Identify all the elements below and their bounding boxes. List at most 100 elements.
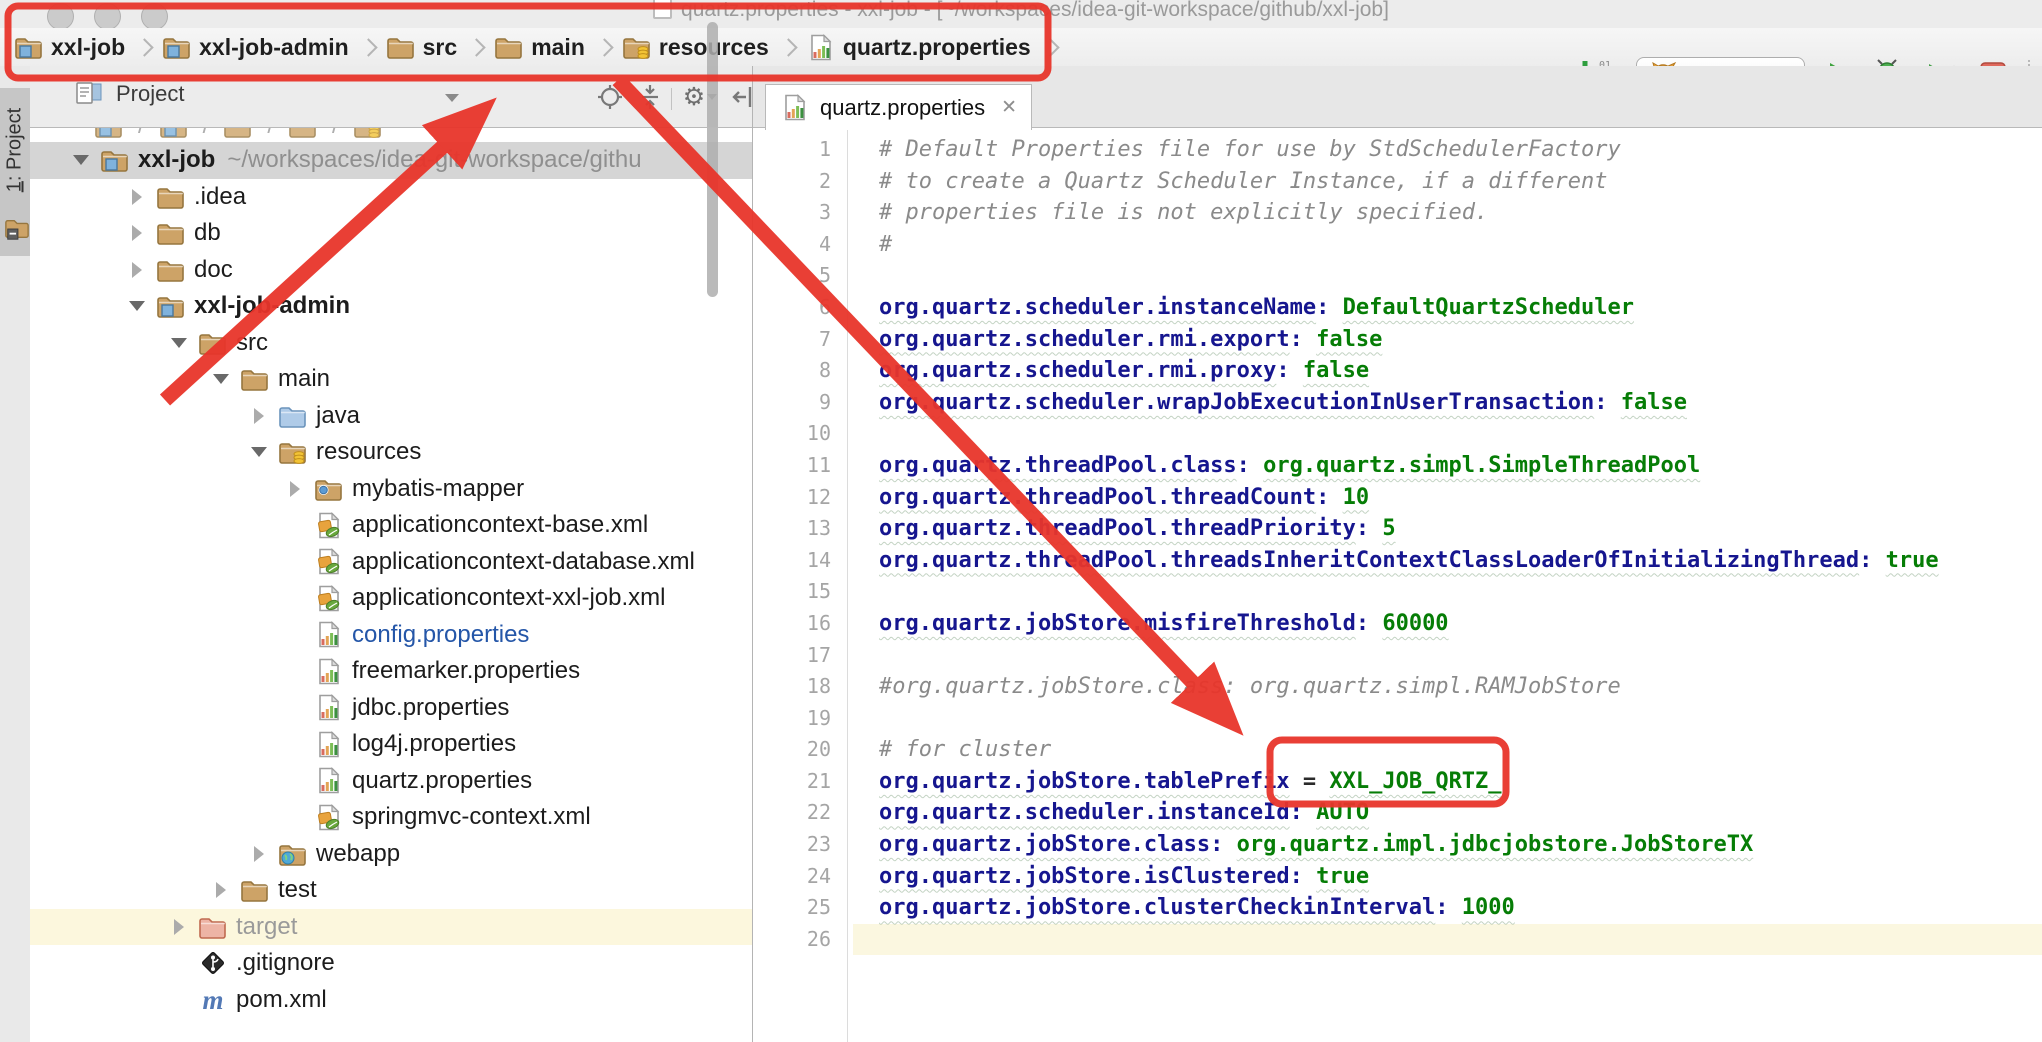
- line-number: 1: [753, 134, 847, 166]
- chevron-collapsed-icon[interactable]: [124, 225, 150, 241]
- tree-row-src[interactable]: src: [30, 325, 752, 362]
- tree-row-springmvc-context.xml[interactable]: springmvc-context.xml: [30, 799, 752, 836]
- navigation-bar: xxl-job xxl-job-admin src main resources…: [0, 28, 2042, 67]
- line-number: 16: [753, 608, 847, 640]
- breadcrumb-item-src[interactable]: src: [386, 34, 458, 61]
- line-number: 21: [753, 766, 847, 798]
- tree-row-xxl-job-admin[interactable]: xxl-job-admin: [30, 288, 752, 325]
- chevron-collapsed-icon[interactable]: [124, 262, 150, 278]
- tree-row-.idea[interactable]: .idea: [30, 179, 752, 216]
- folder-icon: [198, 330, 228, 356]
- tree-label: target: [236, 913, 297, 941]
- tree-row-doc[interactable]: doc: [30, 252, 752, 289]
- breadcrumb-label: xxl-job-admin: [199, 34, 349, 61]
- project-stripe-label: 1: Project: [4, 108, 27, 192]
- close-icon[interactable]: ✕: [1001, 98, 1017, 117]
- chevron-expanded-icon[interactable]: [246, 447, 272, 457]
- ghost-folder-icon: [353, 128, 383, 139]
- tree-label: .idea: [194, 183, 246, 211]
- folder-icon: [240, 877, 270, 903]
- tree-label: jdbc.properties: [352, 694, 509, 722]
- tree-row-webapp[interactable]: webapp: [30, 836, 752, 873]
- properties-file-icon: [314, 658, 344, 684]
- tree-row-xxl-job[interactable]: xxl-job~/workspaces/idea-git-workspace/g…: [30, 142, 752, 179]
- code-line-21: org.quartz.jobStore.tablePrefix = XXL_JO…: [879, 766, 2042, 798]
- window-title: quartz.properties - xxl-job - [~/workspa…: [0, 0, 2042, 22]
- chevron-expanded-icon[interactable]: [68, 155, 94, 165]
- folder-icon: [386, 34, 416, 60]
- tree-scrollbar[interactable]: [707, 22, 718, 297]
- editor-code-area[interactable]: # Default Properties file for use by Std…: [853, 128, 2042, 1042]
- folder-icon: [494, 34, 524, 60]
- spring-file-icon: [314, 585, 344, 611]
- tree-row-quartz.properties[interactable]: quartz.properties: [30, 763, 752, 800]
- chevron-expanded-icon[interactable]: [166, 338, 192, 348]
- tree-row-main[interactable]: main: [30, 361, 752, 398]
- tree-row-.gitignore[interactable]: .gitignore: [30, 945, 752, 982]
- breadcrumb-item-main[interactable]: main: [494, 34, 585, 61]
- chevron-collapsed-icon[interactable]: [246, 846, 272, 862]
- line-number: 24: [753, 861, 847, 893]
- tree-row-config.properties[interactable]: config.properties: [30, 617, 752, 654]
- tree-label: applicationcontext-base.xml: [352, 511, 648, 539]
- folder-icon: [240, 366, 270, 392]
- module-folder-icon: [14, 34, 44, 60]
- panel-editor-divider[interactable]: [752, 66, 753, 1042]
- properties-file-icon: [314, 622, 344, 648]
- chevron-expanded-icon[interactable]: [208, 374, 234, 384]
- header-separator: [671, 88, 672, 110]
- tree-row-java[interactable]: java: [30, 398, 752, 435]
- properties-file-icon: [806, 34, 836, 60]
- tree-label: test: [278, 876, 317, 904]
- tree-label: config.properties: [352, 621, 529, 649]
- code-line-14: org.quartz.threadPool.threadsInheritCont…: [879, 545, 2042, 577]
- code-line-26: [853, 924, 2042, 956]
- tree-row-jdbc.properties[interactable]: jdbc.properties: [30, 690, 752, 727]
- folder-icon: [156, 220, 186, 246]
- code-line-7: org.quartz.scheduler.rmi.export: false: [879, 324, 2042, 356]
- breadcrumb-item-quartz.properties[interactable]: quartz.properties: [806, 34, 1031, 61]
- tree-label: .gitignore: [236, 949, 335, 977]
- chevron-expanded-icon[interactable]: [124, 301, 150, 311]
- web-folder-icon: [278, 841, 308, 867]
- tree-label: applicationcontext-database.xml: [352, 548, 695, 576]
- code-line-6: org.quartz.scheduler.instanceName: Defau…: [879, 292, 2042, 324]
- tree-row-db[interactable]: db: [30, 215, 752, 252]
- chevron-collapsed-icon[interactable]: [124, 189, 150, 205]
- excluded-folder-icon: [198, 914, 228, 940]
- tree-row-mybatis-mapper[interactable]: mybatis-mapper: [30, 471, 752, 508]
- tree-row-test[interactable]: test: [30, 872, 752, 909]
- project-view-chevron-icon[interactable]: [445, 94, 459, 102]
- chevron-collapsed-icon[interactable]: [208, 882, 234, 898]
- chevron-collapsed-icon[interactable]: [166, 919, 192, 935]
- tree-row-applicationcontext-base.xml[interactable]: applicationcontext-base.xml: [30, 507, 752, 544]
- dot-folder-icon: [314, 476, 344, 502]
- properties-file-icon: [314, 695, 344, 721]
- line-number: 6: [753, 292, 847, 324]
- breadcrumb-item-resources[interactable]: resources: [622, 34, 769, 61]
- code-line-8: org.quartz.scheduler.rmi.proxy: false: [879, 355, 2042, 387]
- tree-row-applicationcontext-database.xml[interactable]: applicationcontext-database.xml: [30, 544, 752, 581]
- breadcrumb-item-xxl-job-admin[interactable]: xxl-job-admin: [162, 34, 349, 61]
- code-line-11: org.quartz.threadPool.class: org.quartz.…: [879, 450, 2042, 482]
- collapse-all-icon[interactable]: [635, 84, 665, 110]
- line-number: 14: [753, 545, 847, 577]
- locate-icon[interactable]: [595, 84, 625, 110]
- tree-row-applicationcontext-xxl-job.xml[interactable]: applicationcontext-xxl-job.xml: [30, 580, 752, 617]
- breadcrumb-label: main: [531, 34, 585, 61]
- project-tree: / / / / xxl-job~/workspaces/idea-git-wor…: [30, 128, 752, 1042]
- tree-row-freemarker.properties[interactable]: freemarker.properties: [30, 653, 752, 690]
- breadcrumb-chevron-icon: [779, 38, 797, 56]
- tree-row-resources[interactable]: resources: [30, 434, 752, 471]
- chevron-collapsed-icon[interactable]: [246, 408, 272, 424]
- tree-row-pom.xml[interactable]: mpom.xml: [30, 982, 752, 1019]
- project-stripe-button[interactable]: 1: Project: [0, 88, 30, 256]
- tree-row-log4j.properties[interactable]: log4j.properties: [30, 726, 752, 763]
- tree-row-target[interactable]: target: [30, 909, 752, 946]
- code-line-9: org.quartz.scheduler.wrapJobExecutionInU…: [879, 387, 2042, 419]
- breadcrumb: xxl-job xxl-job-admin src main resources…: [14, 28, 1068, 66]
- breadcrumb-item-xxl-job[interactable]: xxl-job: [14, 34, 125, 61]
- code-line-25: org.quartz.jobStore.clusterCheckinInterv…: [879, 892, 2042, 924]
- tab-quartz-properties[interactable]: quartz.properties ✕: [765, 84, 1032, 130]
- chevron-collapsed-icon[interactable]: [282, 481, 308, 497]
